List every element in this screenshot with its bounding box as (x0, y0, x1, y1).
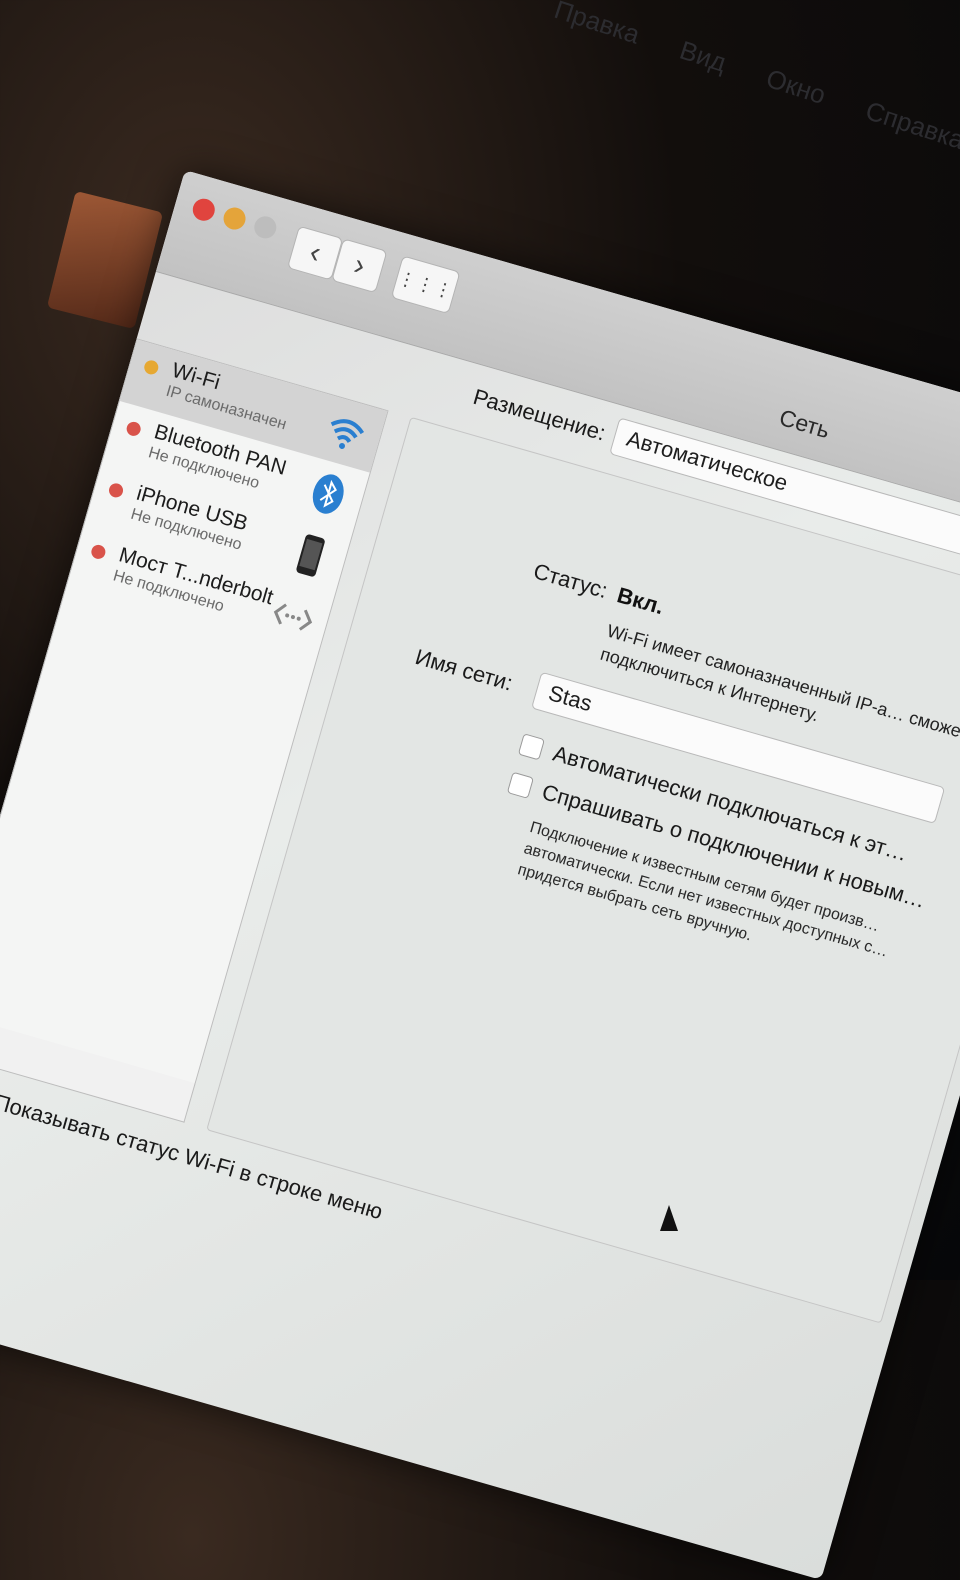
minimize-button[interactable] (220, 204, 249, 233)
status-label: Статус: (530, 558, 611, 604)
scene: ‹ › ⋮⋮⋮ Сеть Размещение: Автоматическое … (0, 0, 960, 1580)
status-dot (107, 481, 125, 500)
chevron-left-icon: ‹ (305, 235, 325, 270)
window-title: Сеть (776, 404, 833, 444)
ask-join-checkbox[interactable] (506, 771, 535, 799)
network-name-label: Имя сети: (412, 643, 516, 696)
status-dot (89, 543, 108, 561)
chevron-right-icon: › (350, 248, 369, 283)
close-button[interactable] (190, 196, 218, 224)
show-all-button[interactable]: ⋮⋮⋮ (390, 255, 461, 315)
status-value: Вкл. (614, 582, 667, 620)
mouse-cursor-icon (660, 1205, 678, 1231)
grid-icon: ⋮⋮⋮ (395, 266, 456, 302)
auto-join-checkbox[interactable] (517, 733, 546, 761)
zoom-button[interactable] (251, 213, 279, 241)
network-preferences-window: ‹ › ⋮⋮⋮ Сеть Размещение: Автоматическое … (0, 170, 960, 1580)
status-dot (142, 358, 160, 377)
status-dot (124, 420, 143, 438)
